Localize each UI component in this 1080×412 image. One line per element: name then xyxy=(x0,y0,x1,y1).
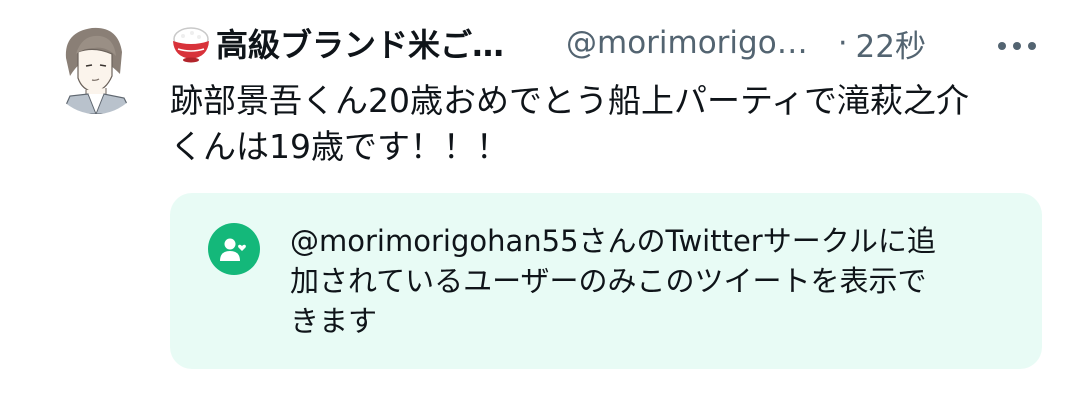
avatar[interactable] xyxy=(48,18,144,114)
separator-dot: · xyxy=(838,25,848,61)
circle-notice-text: @morimorigohan55さんのTwitterサークルに追 加されているユ… xyxy=(290,221,1010,341)
rice-bowl-icon xyxy=(170,23,212,63)
author-handle[interactable]: @morimorigo… xyxy=(566,25,816,61)
twitter-circle-notice: @morimorigohan55さんのTwitterサークルに追 加されているユ… xyxy=(170,193,1042,369)
more-horizontal-icon xyxy=(997,36,1037,55)
circle-notice-line: @morimorigohan55さんのTwitterサークルに追 xyxy=(290,224,936,258)
tweet-text-line: 跡部景吾くん20歳おめでとう船上パーティで滝萩之介 xyxy=(170,81,970,120)
author-display-name[interactable]: 高級ブランド米ご… xyxy=(216,20,526,66)
tweet[interactable]: 高級ブランド米ご… @morimorigo… · 22秒 跡部景吾くん20歳おめ… xyxy=(0,0,1080,412)
circle-notice-line: 加されているユーザーのみこのツイートを表示で xyxy=(290,264,927,298)
tweet-text-line: くんは19歳です！！！ xyxy=(170,127,509,166)
tweet-header: 高級ブランド米ご… @morimorigo… · 22秒 xyxy=(170,20,1050,66)
more-options-button[interactable] xyxy=(990,30,1044,60)
circle-people-icon xyxy=(208,223,260,275)
tweet-text: 跡部景吾くん20歳おめでとう船上パーティで滝萩之介 くんは19歳です！！！ xyxy=(170,78,1030,170)
circle-notice-line: きます xyxy=(290,304,378,338)
tweet-timestamp[interactable]: 22秒 xyxy=(856,21,926,66)
